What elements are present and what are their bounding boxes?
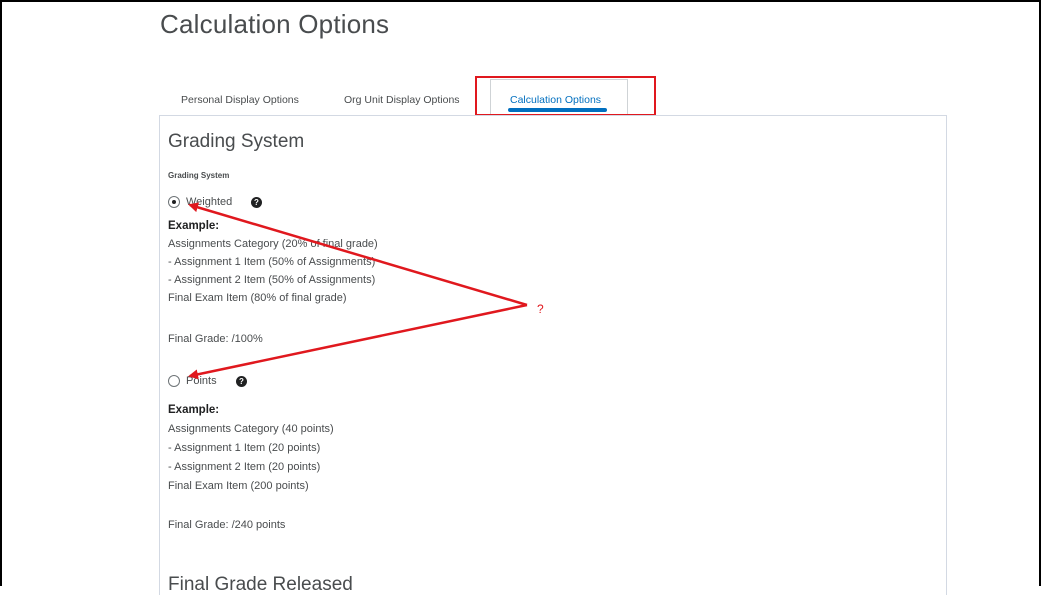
annotation-question-mark: ? xyxy=(537,302,544,316)
annotation-arrows xyxy=(188,202,528,380)
annotation-arrow-points xyxy=(188,303,528,380)
annotation-arrow-weighted xyxy=(188,202,528,307)
